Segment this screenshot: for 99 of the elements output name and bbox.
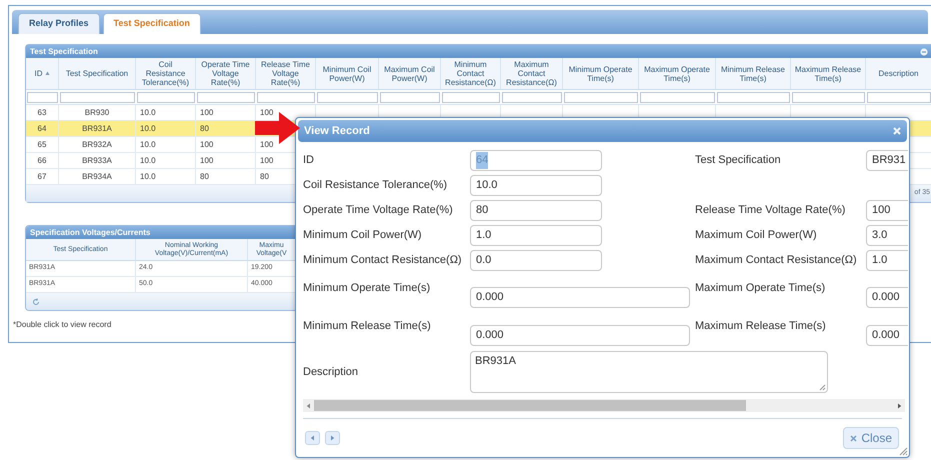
column-header[interactable]: Minimum Coil Power(W) bbox=[316, 58, 379, 89]
field-label: Test Specification bbox=[695, 153, 782, 168]
table-cell: 10.0 bbox=[140, 170, 156, 182]
column-header[interactable]: Maximum Operate Time(s) bbox=[639, 58, 716, 89]
field-label: Release Time Voltage Rate(%) bbox=[695, 203, 846, 218]
table-cell: 80 bbox=[260, 170, 269, 182]
field-label: Maximum Contact Resistance(Ω) bbox=[695, 253, 858, 268]
table-cell: 100 bbox=[260, 106, 274, 118]
scroll-left-icon[interactable] bbox=[306, 402, 311, 408]
previous-record-button[interactable] bbox=[305, 431, 320, 445]
filter-field[interactable] bbox=[792, 92, 865, 102]
table-cell: 63 bbox=[38, 106, 46, 118]
column-header[interactable]: Maximum Contact Resistance(Ω) bbox=[501, 58, 563, 89]
input-field[interactable]: 10.0 bbox=[470, 175, 602, 196]
scroll-right-icon[interactable] bbox=[897, 402, 902, 408]
field-label: Description bbox=[303, 364, 360, 380]
field-label: Minimum Coil Power(W) bbox=[303, 228, 423, 244]
footnote: *Double click to view record bbox=[13, 319, 112, 331]
table-cell: BR934A bbox=[82, 170, 112, 182]
column-header[interactable]: Coil Resistance Tolerance(%) bbox=[136, 58, 196, 89]
table-cell: 80 bbox=[200, 122, 209, 134]
table-cell: 100 bbox=[260, 154, 274, 166]
grid-title: Test Specification bbox=[30, 46, 98, 58]
column-header[interactable]: Release Time Voltage Rate(%) bbox=[256, 58, 316, 89]
column-header[interactable]: ID bbox=[26, 58, 59, 89]
table-cell: 80 bbox=[200, 170, 209, 182]
description-textarea[interactable]: BR931A bbox=[470, 351, 828, 393]
field-label: Coil Resistance Tolerance(%) bbox=[303, 178, 448, 194]
column-header[interactable]: Minimum Release Time(s) bbox=[716, 58, 791, 89]
next-record-button[interactable] bbox=[325, 431, 340, 445]
field-label: Maximum Operate Time(s) bbox=[695, 281, 826, 296]
input-field[interactable]: 0.000 bbox=[470, 287, 690, 308]
next-icon bbox=[330, 435, 335, 441]
filter-field[interactable] bbox=[640, 92, 715, 102]
refresh-icon[interactable] bbox=[32, 298, 40, 306]
input-field[interactable]: 1.0 bbox=[866, 250, 908, 271]
table-cell: 100 bbox=[260, 138, 274, 150]
filter-field[interactable] bbox=[317, 92, 378, 102]
filter-field[interactable] bbox=[380, 92, 440, 102]
filter-field[interactable] bbox=[442, 92, 500, 102]
horizontal-scrollbar[interactable] bbox=[303, 399, 905, 412]
field-label: Minimum Contact Resistance(Ω) bbox=[303, 253, 463, 268]
input-field[interactable]: 1.0 bbox=[470, 225, 602, 246]
column-header[interactable]: Test Specification bbox=[59, 58, 136, 89]
filter-field[interactable] bbox=[564, 92, 638, 102]
previous-icon bbox=[310, 435, 315, 441]
resize-grip-icon[interactable] bbox=[899, 447, 908, 456]
tab[interactable]: Relay Profiles bbox=[18, 13, 100, 34]
field-label: Operate Time Voltage Rate(%) bbox=[303, 203, 454, 218]
field-label: ID bbox=[303, 153, 315, 168]
column-header[interactable]: Operate Time Voltage Rate(%) bbox=[196, 58, 256, 89]
sort-icon bbox=[44, 71, 50, 76]
column-header[interactable]: Minimum Operate Time(s) bbox=[563, 58, 639, 89]
input-field[interactable]: 0.0 bbox=[470, 250, 602, 271]
table-cell: 64 bbox=[38, 122, 46, 134]
scrollbar-thumb[interactable] bbox=[314, 400, 746, 411]
field-label: Minimum Release Time(s) bbox=[303, 319, 432, 334]
input-field[interactable]: 100 bbox=[866, 200, 908, 221]
table-cell: 100 bbox=[200, 106, 214, 118]
table-cell: 10.0 bbox=[140, 106, 156, 118]
table-cell: BR932A bbox=[82, 138, 112, 150]
input-field[interactable]: 80 bbox=[470, 200, 602, 221]
column-header[interactable]: Description bbox=[866, 58, 931, 89]
table-cell: 66 bbox=[38, 154, 46, 166]
table-cell: 10.0 bbox=[140, 138, 156, 150]
close-icon bbox=[850, 434, 858, 442]
input-field[interactable]: 0.000 bbox=[866, 325, 908, 346]
field-label: Maximum Coil Power(W) bbox=[695, 228, 818, 244]
close-icon[interactable] bbox=[893, 127, 901, 135]
filter-field[interactable] bbox=[27, 92, 58, 102]
field-label: Maximum Release Time(s) bbox=[695, 319, 827, 334]
input-field[interactable]: 3.0 bbox=[866, 225, 908, 246]
panel-title: Specification Voltages/Currents bbox=[30, 226, 150, 238]
table-cell: BR930 bbox=[84, 106, 110, 118]
table-cell: 65 bbox=[38, 138, 46, 150]
filter-field[interactable] bbox=[717, 92, 790, 102]
filter-field[interactable] bbox=[137, 92, 195, 102]
filter-field[interactable] bbox=[257, 92, 315, 102]
table-cell: 67 bbox=[38, 170, 46, 182]
collapse-icon[interactable] bbox=[920, 48, 928, 56]
table-cell: BR931A bbox=[82, 122, 112, 134]
filter-field[interactable] bbox=[502, 92, 562, 102]
input-field[interactable]: 0.000 bbox=[866, 287, 908, 308]
filter-field[interactable] bbox=[867, 92, 931, 102]
table-cell: 100 bbox=[200, 138, 214, 150]
dialog-title: View Record bbox=[304, 124, 370, 139]
column-header[interactable]: Maximum Release Time(s) bbox=[791, 58, 866, 89]
table-cell: 10.0 bbox=[140, 122, 156, 134]
resize-grip-icon[interactable] bbox=[819, 384, 826, 391]
field-label: Minimum Operate Time(s) bbox=[303, 281, 432, 296]
table-cell: BR933A bbox=[82, 154, 112, 166]
input-field[interactable]: 0.000 bbox=[470, 325, 690, 346]
table-cell: 10.0 bbox=[140, 154, 156, 166]
column-header[interactable]: Minimum Contact Resistance(Ω) bbox=[441, 58, 501, 89]
table-cell: 100 bbox=[200, 154, 214, 166]
filter-field[interactable] bbox=[60, 92, 135, 102]
filter-field[interactable] bbox=[197, 92, 255, 102]
column-header[interactable]: Maximum Coil Power(W) bbox=[379, 58, 441, 89]
input-field[interactable]: BR931 bbox=[866, 150, 908, 171]
